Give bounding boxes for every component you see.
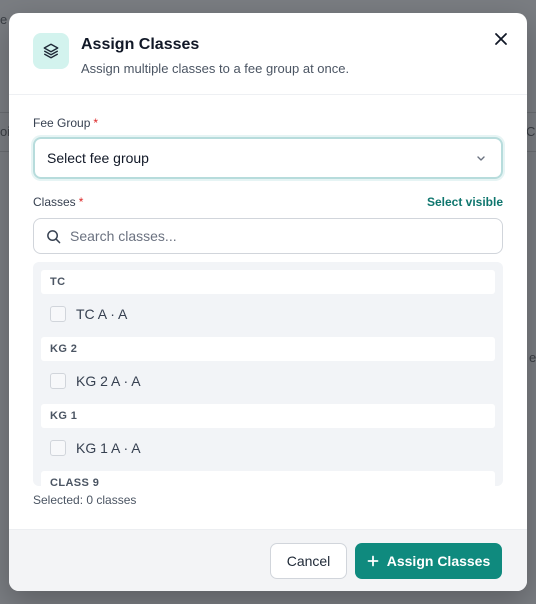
background-text: e	[0, 12, 8, 27]
dialog-footer: Cancel Assign Classes	[9, 529, 527, 591]
fee-group-label-text: Fee Group	[33, 116, 91, 130]
class-checkbox[interactable]	[50, 305, 66, 322]
class-list[interactable]: TC TC A · A KG 2 KG 2 A · A KG 1 KG 1 A …	[33, 262, 503, 486]
group-header: KG 2	[41, 337, 495, 361]
class-option[interactable]: KG 1 A · A	[33, 428, 503, 467]
close-button[interactable]	[489, 27, 513, 51]
group-header: TC	[41, 270, 495, 294]
close-icon	[495, 33, 507, 45]
group-header: KG 1	[41, 404, 495, 428]
classes-label-text: Classes	[33, 195, 76, 209]
search-icon	[47, 230, 61, 244]
dialog-subtitle: Assign multiple classes to a fee group a…	[81, 61, 350, 76]
dialog-title: Assign Classes	[81, 36, 200, 53]
layers-icon	[33, 33, 69, 69]
fee-group-select-value: Select fee group	[47, 150, 149, 166]
class-search-input[interactable]	[70, 219, 490, 253]
plus-icon	[367, 555, 379, 567]
assign-classes-label: Assign Classes	[386, 553, 491, 569]
background-text: Cl	[526, 124, 536, 139]
fee-group-label: Fee Group *	[33, 116, 98, 130]
group-header: CLASS 9	[41, 471, 495, 486]
chevron-down-icon	[477, 156, 485, 161]
classes-label: Classes *	[33, 195, 83, 209]
class-option-label: KG 2 A · A	[76, 372, 141, 389]
dialog-header: Assign Classes Assign multiple classes t…	[9, 13, 527, 95]
class-option[interactable]: TC A · A	[33, 294, 503, 333]
class-search-box	[33, 218, 503, 254]
fee-group-select[interactable]: Select fee group	[33, 137, 503, 179]
class-option-label: TC A · A	[76, 305, 128, 322]
class-option[interactable]: KG 2 A · A	[33, 361, 503, 400]
class-option-label: KG 1 A · A	[76, 439, 141, 456]
assign-classes-dialog: Assign Classes Assign multiple classes t…	[9, 13, 527, 591]
assign-classes-button[interactable]: Assign Classes	[355, 543, 502, 579]
class-checkbox[interactable]	[50, 439, 66, 456]
required-mark: *	[93, 116, 99, 130]
select-visible-link[interactable]: Select visible	[427, 195, 503, 209]
selected-count: Selected: 0 classes	[33, 493, 137, 507]
background-text: e	[529, 350, 536, 365]
class-checkbox[interactable]	[50, 372, 66, 389]
required-mark: *	[78, 195, 84, 209]
cancel-button[interactable]: Cancel	[270, 543, 347, 579]
